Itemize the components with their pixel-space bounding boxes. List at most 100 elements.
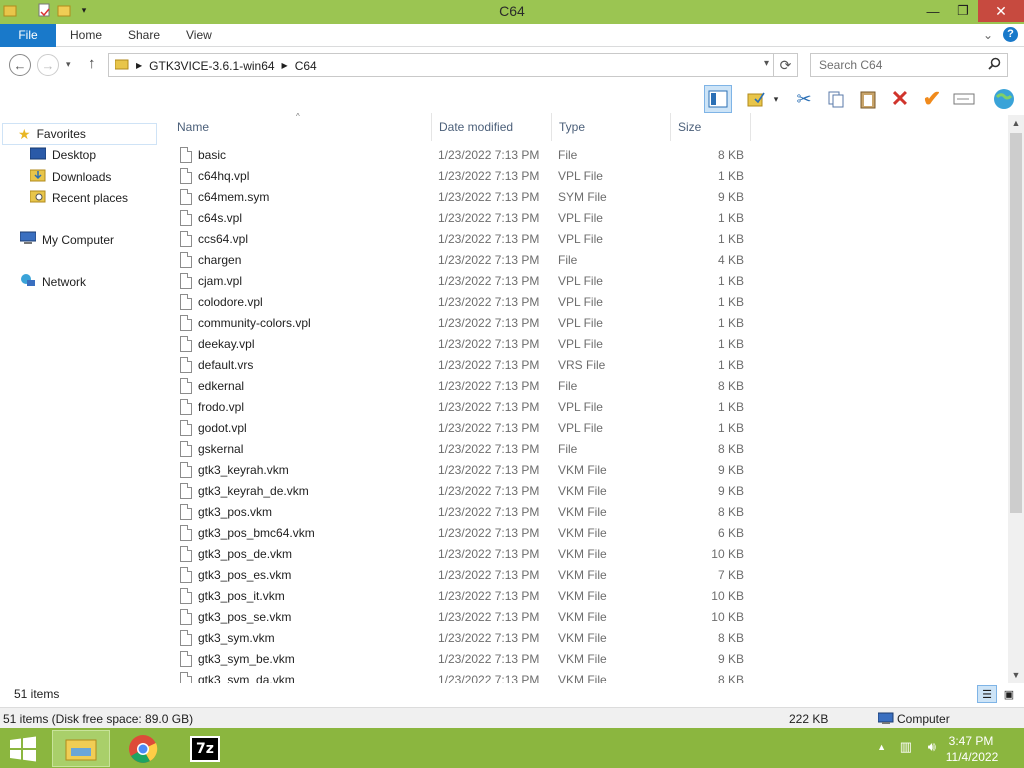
column-header-type[interactable]: Type bbox=[552, 113, 671, 141]
table-row[interactable]: colodore.vpl 1/23/2022 7:13 PM VPL File 1 K… bbox=[170, 292, 770, 313]
table-row[interactable]: frodo.vpl 1/23/2022 7:13 PM VPL File 1 KB bbox=[170, 397, 770, 418]
table-row[interactable]: godot.vpl 1/23/2022 7:13 PM VPL File 1 KB bbox=[170, 418, 770, 439]
minimize-button[interactable]: — bbox=[918, 0, 948, 22]
taskbar-file-explorer[interactable] bbox=[52, 730, 110, 767]
folder-options-icon[interactable] bbox=[742, 85, 770, 113]
tab-home[interactable]: Home bbox=[70, 24, 102, 47]
table-row[interactable]: community-colors.vpl 1/23/2022 7:13 PM VPL… bbox=[170, 313, 770, 334]
table-row[interactable]: c64hq.vpl 1/23/2022 7:13 PM VPL File 1 KB bbox=[170, 166, 770, 187]
tab-view[interactable]: View bbox=[186, 24, 212, 47]
search-input[interactable]: Search C64 bbox=[810, 53, 1008, 77]
rename-icon[interactable] bbox=[950, 85, 978, 113]
large-icons-view-icon[interactable]: ▣ bbox=[999, 685, 1019, 703]
file-type: VPL File bbox=[558, 316, 603, 330]
table-row[interactable]: gtk3_pos.vkm 1/23/2022 7:13 PM VKM File 8 K… bbox=[170, 502, 770, 523]
expand-ribbon-icon[interactable]: ⌄ bbox=[983, 28, 993, 42]
sidebar-item-recent-places[interactable]: Recent places bbox=[29, 189, 128, 206]
table-row[interactable]: c64s.vpl 1/23/2022 7:13 PM VPL File 1 KB bbox=[170, 208, 770, 229]
start-button[interactable] bbox=[8, 736, 38, 762]
file-size: 8 KB bbox=[717, 379, 744, 393]
restore-button[interactable]: ❐ bbox=[948, 0, 978, 22]
close-button[interactable]: ✕ bbox=[978, 0, 1024, 22]
table-row[interactable]: gtk3_pos_it.vkm 1/23/2022 7:13 PM VKM File… bbox=[170, 586, 770, 607]
table-row[interactable]: gtk3_pos_se.vkm 1/23/2022 7:13 PM VKM File… bbox=[170, 607, 770, 628]
table-row[interactable]: chargen 1/23/2022 7:13 PM File 4 KB bbox=[170, 250, 770, 271]
tab-share[interactable]: Share bbox=[128, 24, 160, 47]
details-bar: 51 items (Disk free space: 89.0 GB) 222 … bbox=[0, 707, 1024, 729]
breadcrumb-item[interactable]: GTK3VICE-3.6.1-win64 bbox=[149, 59, 274, 73]
table-row[interactable]: gtk3_pos_es.vkm 1/23/2022 7:13 PM VKM File… bbox=[170, 565, 770, 586]
clock-date[interactable]: 11/4/2022 bbox=[937, 750, 1007, 764]
sidebar-item-network[interactable]: Network bbox=[20, 273, 86, 290]
sidebar-item-my-computer[interactable]: My Computer bbox=[19, 231, 114, 248]
table-row[interactable]: edkernal 1/23/2022 7:13 PM File 8 KB bbox=[170, 376, 770, 397]
file-icon bbox=[180, 672, 192, 683]
table-row[interactable]: gtk3_sym_be.vkm 1/23/2022 7:13 PM VKM File… bbox=[170, 649, 770, 670]
table-row[interactable]: ccs64.vpl 1/23/2022 7:13 PM VPL File 1 KB bbox=[170, 229, 770, 250]
preview-pane-icon[interactable] bbox=[704, 85, 732, 113]
chevron-down-icon[interactable]: ▾ bbox=[768, 85, 784, 113]
copy-icon[interactable] bbox=[822, 85, 850, 113]
address-bar[interactable]: ▶ GTK3VICE-3.6.1-win64 ▶ C64 ▾ bbox=[108, 53, 774, 77]
table-row[interactable]: basic 1/23/2022 7:13 PM File 8 KB bbox=[170, 145, 770, 166]
forward-button[interactable]: → bbox=[37, 54, 59, 76]
help-button[interactable]: ? bbox=[1003, 27, 1018, 42]
ribbon-tabs: File Home Share View ⌄ ? bbox=[0, 24, 1024, 47]
scroll-up-arrow-icon[interactable]: ▲ bbox=[1008, 115, 1024, 131]
taskbar-7zip[interactable]: 7z bbox=[176, 730, 234, 767]
file-size: 1 KB bbox=[717, 337, 744, 351]
table-row[interactable]: deekay.vpl 1/23/2022 7:13 PM VPL File 1 KB bbox=[170, 334, 770, 355]
globe-icon[interactable] bbox=[990, 85, 1018, 113]
table-row[interactable]: cjam.vpl 1/23/2022 7:13 PM VPL File 1 KB bbox=[170, 271, 770, 292]
checkmark-icon[interactable]: ✔ bbox=[918, 85, 946, 113]
file-date: 1/23/2022 7:13 PM bbox=[438, 610, 540, 624]
chevron-down-icon[interactable]: ▾ bbox=[764, 58, 769, 69]
sidebar-item-downloads[interactable]: Downloads bbox=[29, 168, 111, 185]
search-placeholder: Search C64 bbox=[819, 58, 883, 72]
sidebar-item-desktop[interactable]: Desktop bbox=[29, 147, 96, 163]
back-button[interactable]: ← bbox=[9, 54, 31, 76]
table-row[interactable]: gtk3_keyrah.vkm 1/23/2022 7:13 PM VKM File… bbox=[170, 460, 770, 481]
file-icon bbox=[180, 210, 192, 226]
file-name: community-colors.vpl bbox=[198, 316, 311, 330]
file-date: 1/23/2022 7:13 PM bbox=[438, 463, 540, 477]
recent-locations-icon[interactable]: ▾ bbox=[66, 59, 71, 70]
chevron-right-icon[interactable]: ▶ bbox=[282, 61, 288, 70]
scroll-down-arrow-icon[interactable]: ▼ bbox=[1008, 667, 1024, 683]
table-row[interactable]: gtk3_sym.vkm 1/23/2022 7:13 PM VKM File 8 K… bbox=[170, 628, 770, 649]
table-row[interactable]: default.vrs 1/23/2022 7:13 PM VRS File 1 KB bbox=[170, 355, 770, 376]
network-status-icon[interactable]: ▥ bbox=[900, 739, 912, 755]
search-icon[interactable] bbox=[988, 57, 1001, 73]
table-row[interactable]: gtk3_pos_bmc64.vkm 1/23/2022 7:13 PM VKM F… bbox=[170, 523, 770, 544]
table-row[interactable]: gskernal 1/23/2022 7:13 PM File 8 KB bbox=[170, 439, 770, 460]
cut-icon[interactable]: ✂ bbox=[790, 85, 818, 113]
scrollbar-thumb[interactable] bbox=[1010, 133, 1022, 513]
chevron-right-icon[interactable]: ▶ bbox=[136, 61, 142, 70]
file-size: 9 KB bbox=[717, 652, 744, 666]
column-header-date[interactable]: Date modified bbox=[432, 113, 552, 141]
table-row[interactable]: gtk3_pos_de.vkm 1/23/2022 7:13 PM VKM File… bbox=[170, 544, 770, 565]
file-type: File bbox=[558, 442, 578, 456]
table-row[interactable]: gtk3_keyrah_de.vkm 1/23/2022 7:13 PM VKM F… bbox=[170, 481, 770, 502]
file-type: VPL File bbox=[558, 274, 603, 288]
file-date: 1/23/2022 7:13 PM bbox=[438, 253, 540, 267]
show-hidden-icons-icon[interactable]: ▲ bbox=[877, 742, 886, 752]
vertical-scrollbar[interactable]: ▲ ▼ bbox=[1008, 115, 1024, 683]
volume-icon[interactable]: 🔊︎ bbox=[928, 739, 936, 755]
refresh-button[interactable]: ⟳ bbox=[774, 53, 798, 77]
taskbar-chrome[interactable] bbox=[114, 730, 172, 767]
column-header-name[interactable]: Name bbox=[170, 113, 432, 141]
tab-file[interactable]: File bbox=[0, 24, 56, 47]
table-row[interactable]: gtk3_sym_da.vkm 1/23/2022 7:13 PM VKM File… bbox=[170, 670, 770, 683]
file-type: VKM File bbox=[558, 610, 607, 624]
breadcrumb-item[interactable]: C64 bbox=[295, 59, 317, 73]
table-row[interactable]: c64mem.sym 1/23/2022 7:13 PM SYM File 9 KB bbox=[170, 187, 770, 208]
details-view-icon[interactable]: ☰ bbox=[977, 685, 997, 703]
sidebar-item-favorites[interactable]: ★ Favorites bbox=[2, 123, 157, 145]
paste-icon[interactable] bbox=[854, 85, 882, 113]
column-header-size[interactable]: Size bbox=[671, 113, 751, 141]
up-button[interactable]: ↑ bbox=[88, 55, 96, 72]
file-name: chargen bbox=[198, 253, 242, 267]
delete-icon[interactable]: ✕ bbox=[886, 85, 914, 113]
clock-time[interactable]: 3:47 PM bbox=[941, 734, 1001, 748]
